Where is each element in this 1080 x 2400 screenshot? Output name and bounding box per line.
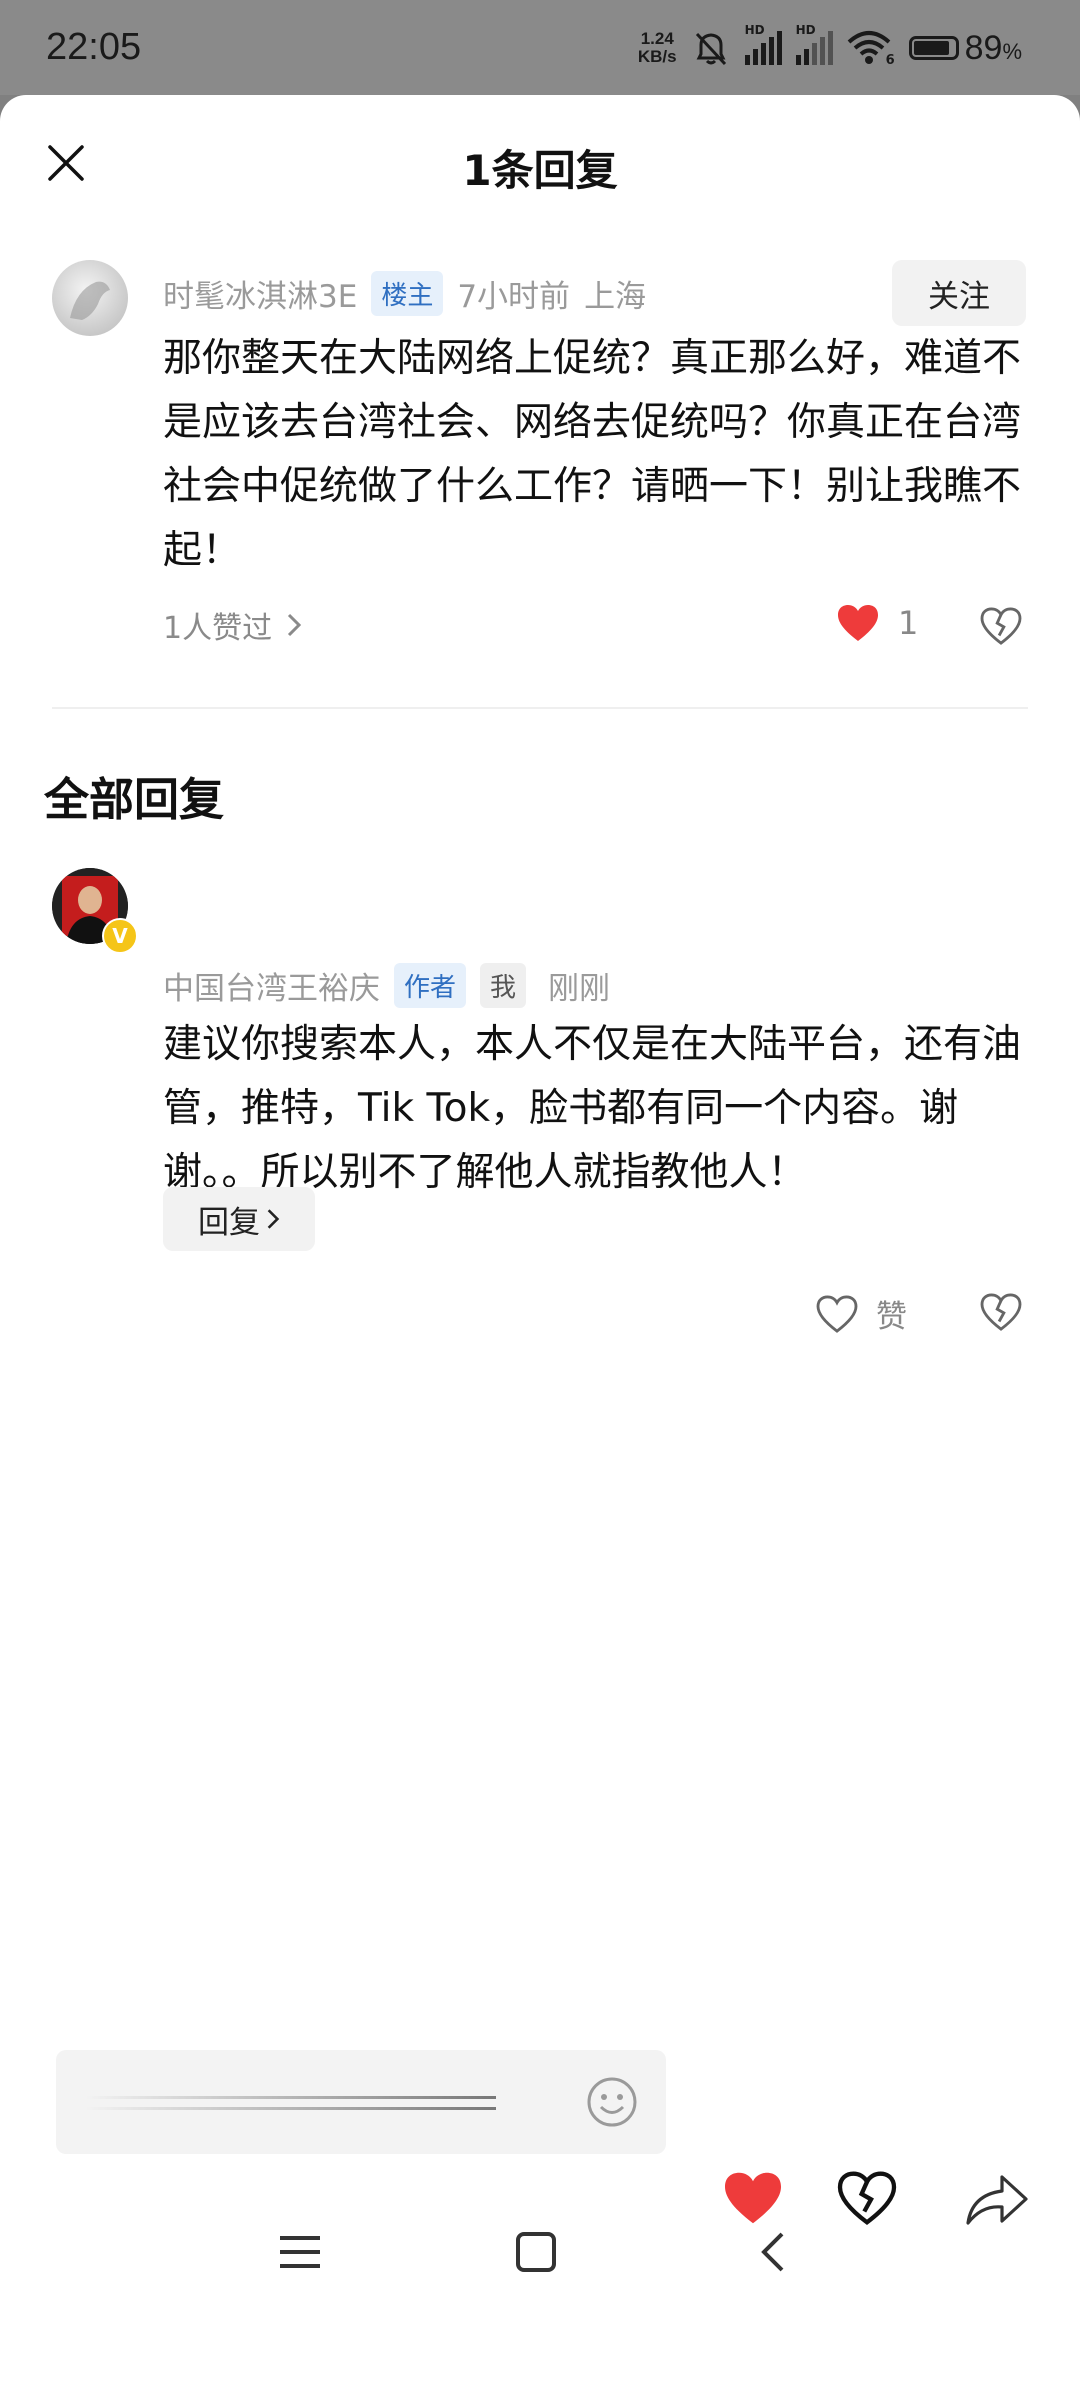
- reply-label: 回复: [198, 1204, 260, 1241]
- comment-time: 7小时前: [457, 279, 571, 315]
- username[interactable]: 时髦冰淇淋3E: [163, 271, 357, 316]
- signal-2-icon: HD: [795, 23, 833, 65]
- username[interactable]: 中国台湾王裕庆: [163, 963, 380, 1008]
- likers-link[interactable]: 1人赞过: [163, 603, 302, 647]
- reply-meta: 中国台湾王裕庆 作者 我 刚刚: [163, 963, 610, 1008]
- verified-mark: V: [112, 924, 128, 948]
- net-speed-unit: KB/s: [637, 47, 677, 66]
- broken-heart-icon[interactable]: [980, 1293, 1022, 1331]
- comment-meta: 时髦冰淇淋3E 楼主 7小时前 上海: [163, 271, 646, 316]
- follow-button[interactable]: 关注: [892, 260, 1026, 326]
- battery-icon: [908, 36, 959, 60]
- status-bar: 22:05 1.24 KB/s HD HD 6 89%: [0, 0, 1080, 95]
- verified-badge: V: [102, 918, 138, 954]
- chevron-right-icon: [288, 613, 302, 637]
- reply-like-button[interactable]: 赞: [816, 1291, 907, 1336]
- like-count: 1: [898, 604, 919, 642]
- broken-heart-icon[interactable]: [980, 607, 1022, 645]
- reply-button[interactable]: 回复: [163, 1187, 315, 1251]
- reply-input[interactable]: [56, 2050, 666, 2154]
- like-label: 赞: [876, 1299, 907, 1335]
- avatar-image-icon: [70, 281, 110, 320]
- author-badge: 作者: [394, 963, 467, 1008]
- wifi-icon: 6: [847, 30, 895, 68]
- net-speed-value: 1.24: [640, 29, 674, 48]
- section-title: 全部回复: [44, 773, 225, 826]
- signal-1-icon: HD: [744, 23, 782, 65]
- home-icon[interactable]: [515, 2231, 557, 2273]
- net-speed: 1.24 KB/s: [638, 30, 677, 66]
- status-icons: 1.24 KB/s HD HD 6 89%: [638, 22, 1022, 74]
- comment-location: 上海: [584, 279, 647, 315]
- alarm-off-icon: [695, 32, 726, 66]
- battery: 89%: [908, 28, 1022, 68]
- me-badge: 我: [480, 963, 527, 1008]
- comment-text: 那你整天在大陆网络上促统？真正那么好，难道不是应该去台湾社会、网络去促统吗？你真…: [163, 336, 1022, 573]
- comment-like-button[interactable]: 1: [836, 603, 918, 643]
- system-nav-bar: [0, 2180, 1080, 2305]
- reply-time: 刚刚: [548, 971, 611, 1007]
- op-badge: 楼主: [371, 271, 444, 316]
- input-placeholder-lines: [86, 2096, 496, 2110]
- status-time: 22:05: [46, 26, 142, 68]
- signal-1-label: HD: [744, 23, 765, 37]
- smiley-icon[interactable]: [586, 2076, 638, 2128]
- battery-percent: 89%: [964, 28, 1022, 67]
- avatar[interactable]: [52, 260, 128, 336]
- chevron-right-icon: [267, 1209, 280, 1229]
- menu-icon[interactable]: [278, 2232, 322, 2272]
- heart-filled-icon: [838, 605, 878, 641]
- sheet-title: 1条回复: [462, 146, 618, 195]
- likers-label: 1人赞过: [163, 611, 273, 646]
- reply-text: 建议你搜索本人，本人不仅是在大陆平台，还有油管，推特，Tik Tok，脸书都有同…: [163, 1022, 1022, 1195]
- signal-2-label: HD: [795, 23, 816, 37]
- avatar[interactable]: V: [52, 868, 138, 954]
- heart-outline-icon: [816, 1294, 858, 1333]
- divider: [52, 707, 1028, 709]
- back-icon[interactable]: [758, 2230, 786, 2274]
- wifi-badge: 6: [885, 53, 895, 68]
